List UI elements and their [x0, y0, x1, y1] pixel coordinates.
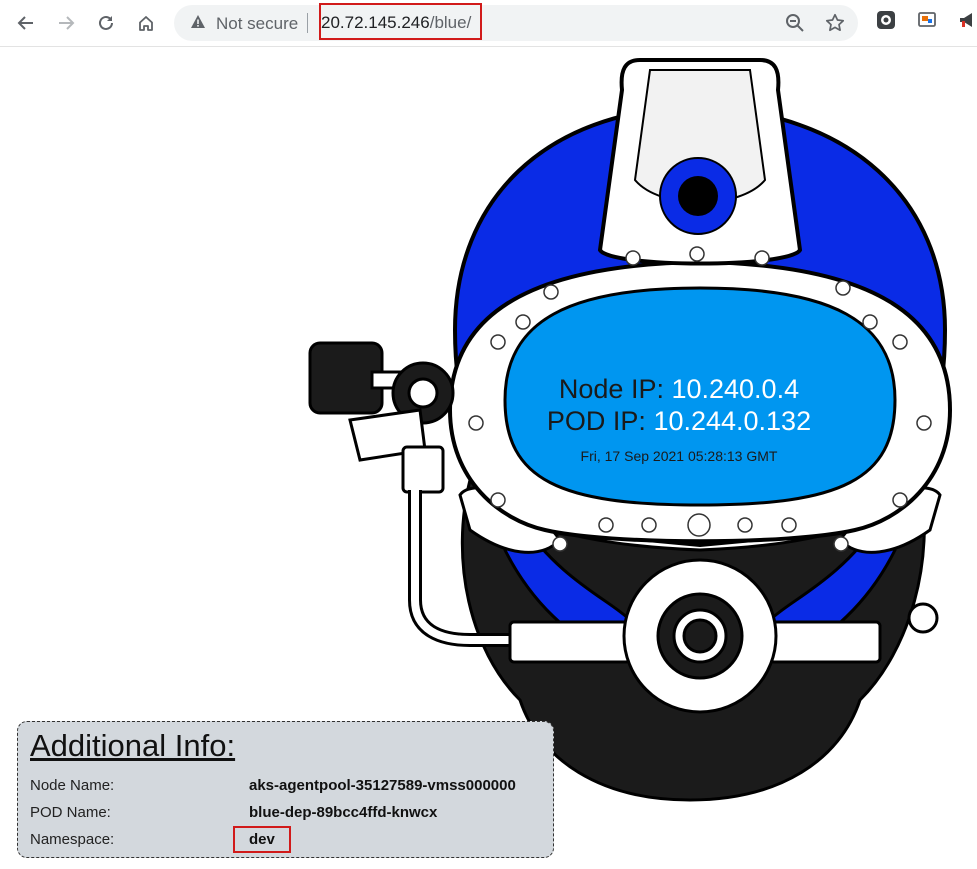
- arrow-left-icon: [17, 16, 33, 30]
- security-label[interactable]: Not secure: [216, 14, 298, 34]
- info-label: POD Name:: [30, 804, 111, 821]
- info-value: blue-dep-89bcc4ffd-knwcx: [249, 804, 438, 821]
- pod-ip-line: POD IP: 10.244.0.132: [506, 406, 852, 437]
- node-ip-value: 10.240.0.4: [671, 374, 800, 404]
- star-icon[interactable]: [825, 13, 845, 33]
- omnibox-divider: [307, 13, 308, 33]
- additional-info-panel: Additional Info: Node Name: aks-agentpoo…: [17, 721, 554, 858]
- back-button[interactable]: [11, 8, 41, 38]
- info-label: Namespace:: [30, 831, 115, 848]
- reload-icon: [99, 15, 113, 30]
- browser-toolbar: Not secure 20.72.145.246/blue/: [0, 0, 977, 47]
- url-host: 20.72.145.246: [321, 13, 430, 32]
- arrow-right-icon: [59, 16, 75, 30]
- forward-button[interactable]: [51, 8, 81, 38]
- info-value: dev: [249, 831, 275, 848]
- info-label: Node Name:: [30, 777, 115, 794]
- address-bar[interactable]: Not secure 20.72.145.246/blue/: [174, 5, 858, 41]
- timestamp: Fri, 17 Sep 2021 05:28:13 GMT: [580, 448, 778, 464]
- node-ip-line: Node IP: 10.240.0.4: [506, 374, 852, 405]
- info-value: aks-agentpool-35127589-vmss000000: [249, 777, 516, 794]
- reload-button[interactable]: [91, 8, 121, 38]
- home-icon: [139, 16, 153, 31]
- cast-icon[interactable]: [917, 10, 937, 30]
- home-button[interactable]: [131, 8, 161, 38]
- pod-ip-label: POD IP:: [546, 406, 646, 436]
- megaphone-icon[interactable]: [958, 10, 977, 30]
- url-path: /blue/: [429, 13, 472, 32]
- node-ip-label: Node IP:: [558, 374, 664, 404]
- pod-ip-value: 10.244.0.132: [653, 406, 812, 436]
- extension-icon[interactable]: [876, 10, 896, 30]
- warning-triangle-icon: [191, 15, 205, 28]
- zoom-out-icon[interactable]: [785, 13, 805, 33]
- info-title: Additional Info:: [30, 728, 236, 763]
- url-text[interactable]: 20.72.145.246/blue/: [321, 13, 471, 33]
